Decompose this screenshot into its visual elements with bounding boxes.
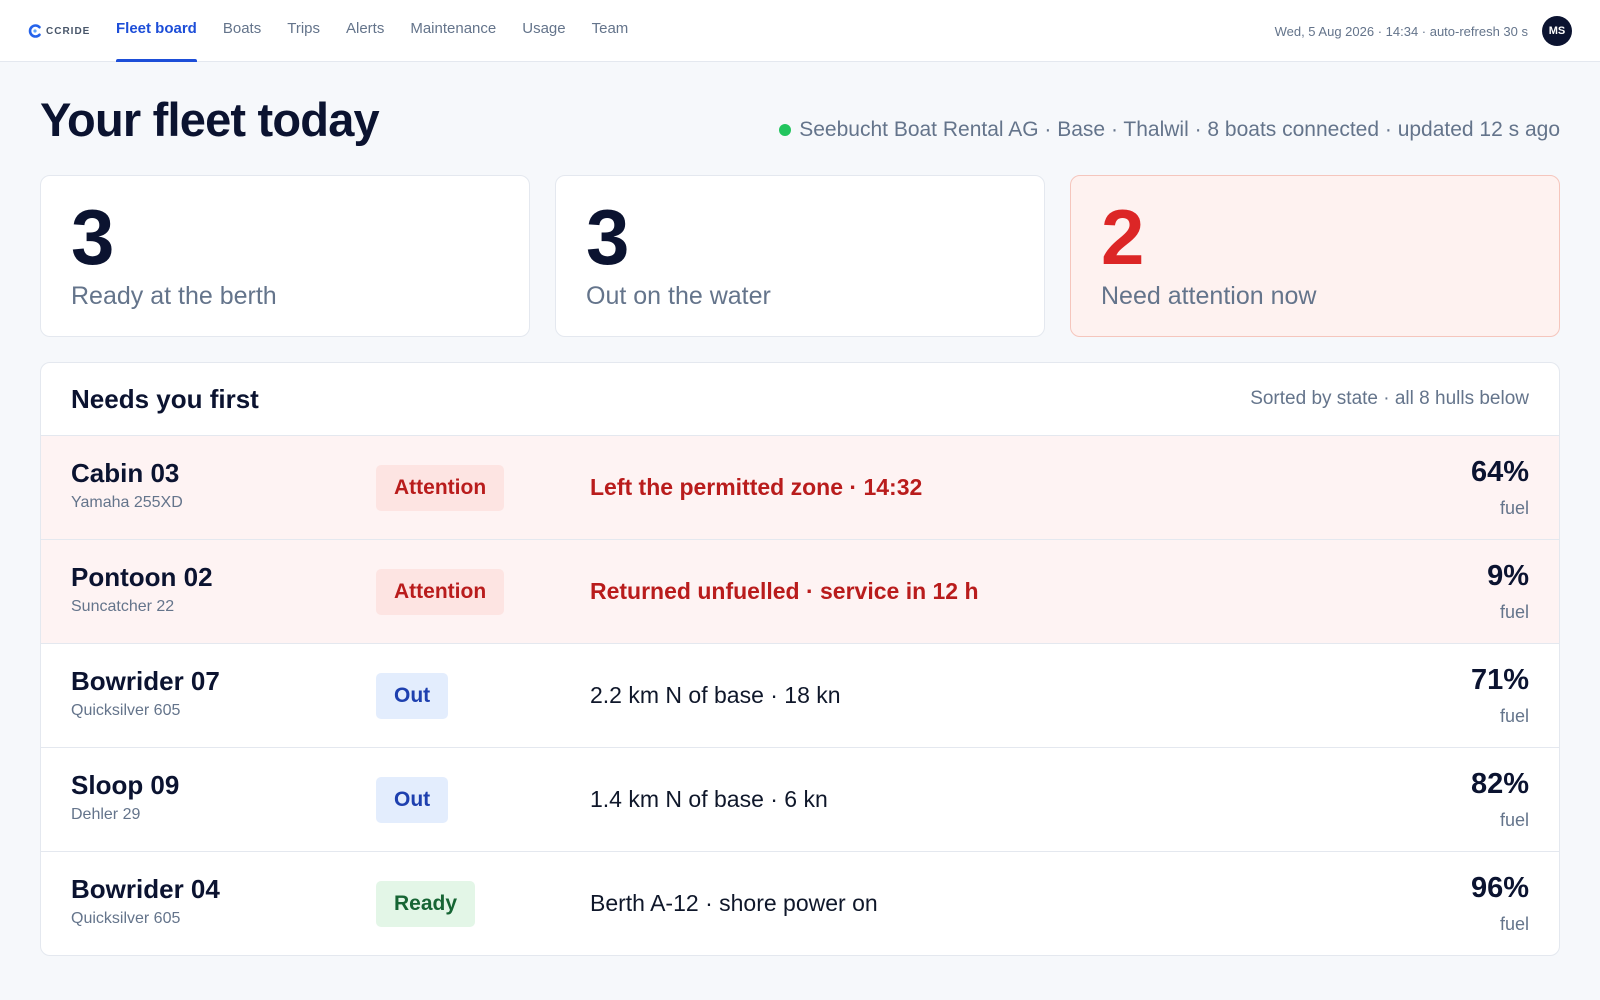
boat-model: Quicksilver 605 [71, 910, 181, 927]
kpi-out-label: Out on the water [586, 282, 771, 310]
fuel-level: 82% [1470, 768, 1529, 800]
fuel-label: fuel [1499, 810, 1529, 830]
page-title: Your fleet today [40, 93, 380, 146]
nav-item-maintenance[interactable]: Maintenance [410, 0, 496, 62]
kpi-attention-card[interactable]: 2 Need attention now [1070, 175, 1560, 337]
boat-name: Sloop 09 [71, 770, 180, 800]
kpi-out-value: 3 [586, 193, 630, 281]
kpi-out-card[interactable]: 3 Out on the water [555, 175, 1045, 337]
boat-row[interactable]: Bowrider 07 Quicksilver 605 Out 2.2 km N… [41, 644, 1559, 748]
needs-first-panel: Needs you first Sorted by state · all 8 … [40, 362, 1560, 956]
fuel-level: 64% [1470, 456, 1529, 488]
kpi-attention-value: 2 [1101, 193, 1145, 281]
boat-name: Bowrider 07 [71, 666, 220, 696]
boat-name: Bowrider 04 [71, 874, 220, 904]
boat-status-detail: Berth A-12 · shore power on [590, 890, 878, 916]
fuel-label: fuel [1499, 706, 1529, 726]
kpi-cards: 3 Ready at the berth 3 Out on the water … [40, 175, 1560, 337]
boat-row[interactable]: Sloop 09 Dehler 29 Out 1.4 km N of base … [41, 748, 1559, 852]
user-avatar[interactable]: MS [1542, 16, 1572, 46]
brand-logo-icon [28, 24, 41, 38]
kpi-ready-card[interactable]: 3 Ready at the berth [40, 175, 530, 337]
state-badge: Attention [376, 465, 505, 511]
boat-model: Quicksilver 605 [71, 702, 181, 719]
state-badge: Ready [376, 881, 476, 927]
boat-status-detail: Left the permitted zone · 14:32 [590, 474, 923, 500]
brand-logo[interactable]: CCRIDE [28, 22, 90, 40]
nav-item-team[interactable]: Team [592, 0, 629, 62]
site-status-text: Seebucht Boat Rental AG · Base · Thalwil… [799, 118, 1560, 141]
kpi-ready-label: Ready at the berth [71, 282, 277, 310]
panel-title: Needs you first [71, 383, 259, 414]
nav-item-boats[interactable]: Boats [223, 0, 261, 62]
boat-row[interactable]: Pontoon 02 Suncatcher 22 Attention Retur… [41, 540, 1559, 644]
boat-name: Cabin 03 [71, 458, 180, 488]
fuel-level: 71% [1470, 664, 1529, 696]
nav-item-alerts[interactable]: Alerts [346, 0, 384, 62]
sort-note: Sorted by state · all 8 hulls below [1250, 388, 1529, 409]
fuel-level: 9% [1487, 560, 1529, 592]
site-status: Seebucht Boat Rental AG · Base · Thalwil… [779, 118, 1560, 142]
boat-status-detail: 2.2 km N of base · 18 kn [590, 682, 841, 708]
fuel-label: fuel [1499, 914, 1529, 934]
boat-model: Dehler 29 [71, 806, 141, 823]
refresh-clock: Wed, 5 Aug 2026 · 14:34 · auto-refresh 3… [1274, 23, 1528, 39]
boat-row[interactable]: Bowrider 04 Quicksilver 605 Ready Berth … [41, 852, 1559, 955]
fuel-level: 96% [1470, 872, 1529, 904]
main-nav: Fleet board Boats Trips Alerts Maintenan… [116, 0, 654, 62]
boat-status-detail: Returned unfuelled · service in 12 h [590, 578, 979, 604]
top-bar: CCRIDE Fleet board Boats Trips Alerts Ma… [0, 0, 1600, 62]
nav-item-usage[interactable]: Usage [522, 0, 565, 62]
state-badge: Out [376, 673, 449, 719]
boat-row[interactable]: Cabin 03 Yamaha 255XD Attention Left the… [41, 436, 1559, 540]
fuel-label: fuel [1499, 498, 1529, 518]
state-badge: Attention [376, 569, 505, 615]
nav-item-trips[interactable]: Trips [287, 0, 320, 62]
brand-name: CCRIDE [46, 25, 91, 37]
boat-status-detail: 1.4 km N of base · 6 kn [590, 786, 828, 812]
connection-status-dot-icon [779, 124, 792, 136]
top-right-area: Wed, 5 Aug 2026 · 14:34 · auto-refresh 3… [1275, 15, 1572, 47]
fuel-label: fuel [1499, 602, 1529, 622]
boat-model: Yamaha 255XD [71, 494, 183, 511]
boat-model: Suncatcher 22 [71, 598, 175, 615]
kpi-attention-label: Need attention now [1101, 282, 1317, 310]
kpi-ready-value: 3 [71, 193, 115, 281]
state-badge: Out [376, 777, 449, 823]
nav-item-fleet-board[interactable]: Fleet board [116, 0, 197, 62]
boat-name: Pontoon 02 [71, 562, 213, 592]
panel-header: Needs you first Sorted by state · all 8 … [41, 363, 1559, 436]
